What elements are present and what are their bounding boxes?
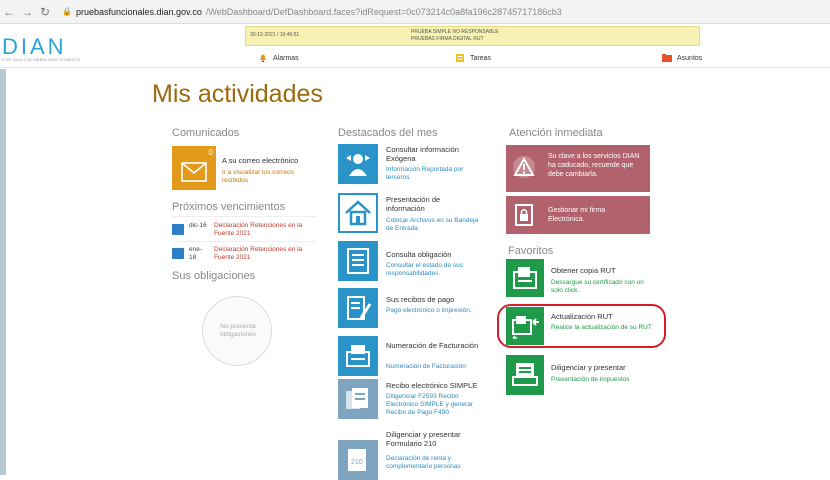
vencimientos-heading: Próximos vencimientos: [172, 201, 286, 213]
mail-label[interactable]: A su correo electrónico: [222, 156, 298, 165]
recibo-simple-title[interactable]: Recibo electrónico SIMPLE: [386, 381, 481, 390]
formulario-210-sub[interactable]: Declaración de renta y complementario pe…: [386, 455, 481, 471]
formulario-210-title[interactable]: Diligenciar y presentar Formulario 210: [386, 430, 481, 448]
firma-electronica-tile[interactable]: Gestionar mi firma Electrónica.: [506, 196, 650, 234]
envelope-icon: [181, 162, 207, 182]
reload-icon[interactable]: ↻: [36, 3, 54, 21]
tasks-icon: [456, 54, 464, 62]
browser-bar: ← → ↻ 🔒 pruebasfuncionales.dian.gov.co/W…: [0, 0, 830, 24]
consulta-obligacion-tile[interactable]: [338, 241, 378, 281]
mail-count: 0: [208, 148, 213, 157]
url-domain: pruebasfuncionales.dian.gov.co: [75, 6, 202, 17]
warning-icon: [513, 156, 535, 178]
rut-document-icon: [513, 267, 537, 289]
asuntos-link[interactable]: Asuntos: [662, 53, 702, 63]
back-icon[interactable]: ←: [0, 3, 18, 21]
destacados-heading: Destacados del mes: [338, 127, 438, 139]
lock-icon: 🔒: [62, 7, 72, 16]
person-exchange-icon: [346, 154, 370, 176]
obligaciones-empty-circle: No presenta obligaciones: [202, 296, 272, 366]
bell-icon: [260, 54, 266, 62]
recibos-pago-tile[interactable]: [338, 288, 378, 328]
obligaciones-empty-text: No presenta obligaciones: [219, 323, 257, 338]
favoritos-heading: Favoritos: [508, 245, 554, 257]
receipt-pen-icon: [347, 296, 372, 320]
mail-tile[interactable]: 0: [172, 146, 216, 190]
recibo-simple-sub[interactable]: Diligenciar F2593 Recibo Electrónico SIM…: [386, 393, 481, 417]
svg-text:210: 210: [351, 459, 363, 466]
comunicados-heading: Comunicados: [172, 127, 240, 139]
copia-rut-title[interactable]: Obtener copia RUT: [551, 266, 616, 275]
form-210-icon: 210: [348, 449, 366, 471]
clave-caducada-text: Su clave a los servicios DIAN ha caducad…: [548, 153, 640, 178]
copia-rut-tile[interactable]: [506, 259, 544, 297]
consulta-obligacion-sub[interactable]: Consultar el estado de sus responsabilid…: [386, 262, 481, 278]
highlight-annotation: [497, 304, 666, 348]
copia-rut-sub[interactable]: Descargue su certificado con un solo cli…: [551, 279, 656, 295]
notice-line-2: PRUEBAS FIRMA DIGITAL RUT: [411, 36, 484, 42]
asuntos-label: Asuntos: [677, 54, 703, 62]
atencion-heading: Atención inmediata: [509, 127, 603, 139]
recibos-pago-title[interactable]: Sus recibos de pago: [386, 295, 481, 304]
lock-document-icon: [515, 204, 533, 226]
invoice-machine-icon: [346, 345, 370, 367]
presentacion-tile[interactable]: [338, 193, 378, 233]
firma-electronica-text: Gestionar mi firma Electrónica.: [548, 207, 606, 223]
diligenciar-presentar-sub[interactable]: Presentación de impuestos: [551, 376, 656, 384]
diligenciar-presentar-tile[interactable]: [506, 355, 544, 395]
calendar-icon: [172, 224, 184, 235]
presentacion-title[interactable]: Presentación de información: [386, 195, 481, 213]
vencimiento-desc[interactable]: Declaración Retenciones en la Fuente 202…: [214, 222, 324, 238]
divider: [172, 241, 316, 242]
notice-date: 30-12-2021 / 10:46:51: [250, 32, 300, 38]
notice-line-1: PRUEBA SIMPLE NO RESPONSABLE: [411, 29, 499, 35]
formulario-210-tile[interactable]: 210: [338, 440, 378, 480]
calendar-icon: [172, 248, 184, 259]
alarmas-link[interactable]: Alarmas: [258, 53, 299, 63]
divider: [172, 216, 316, 217]
notice-banner: 30-12-2021 / 10:46:51 PRUEBA SIMPLE NO R…: [245, 26, 700, 46]
site-header: DIAN POR UNA COLOMBIA MÁS HONESTA 30-12-…: [0, 24, 830, 68]
numeracion-title[interactable]: Numeración de Facturación: [386, 341, 481, 350]
forward-icon[interactable]: →: [18, 3, 36, 21]
presentacion-sub[interactable]: Colocar Archivos en su Bandeja de Entrad…: [386, 217, 481, 233]
consulta-obligacion-title[interactable]: Consulta obligación: [386, 250, 481, 259]
vencimiento-desc[interactable]: Declaración Retenciones en la Fuente 202…: [214, 246, 324, 262]
tareas-link[interactable]: Tareas: [455, 53, 491, 63]
obligaciones-heading: Sus obligaciones: [172, 270, 256, 282]
forms-stack-icon: [346, 388, 368, 409]
tareas-label: Tareas: [470, 54, 492, 62]
page-title: Mis actividades: [152, 80, 323, 108]
diligenciar-presentar-title[interactable]: Diligenciar y presentar: [551, 363, 626, 372]
exogena-sub[interactable]: Información Reportada por terceros: [386, 166, 481, 182]
document-list-icon: [347, 248, 369, 274]
recibos-pago-sub[interactable]: Pago electrónico o impresión.: [386, 307, 481, 315]
numeracion-sub[interactable]: Numeración de Facturación: [386, 363, 481, 371]
folder-icon: [662, 54, 672, 62]
printer-form-icon: [512, 363, 538, 386]
vencimiento-date: ene-18: [189, 246, 203, 261]
address-bar[interactable]: 🔒 pruebasfuncionales.dian.gov.co/WebDash…: [62, 7, 562, 17]
vencimiento-date: dic-16: [189, 222, 207, 229]
exogena-title[interactable]: Consultar información Exógena: [386, 145, 481, 163]
alarmas-label: Alarmas: [273, 54, 299, 62]
clave-caducada-tile[interactable]: Su clave a los servicios DIAN ha caducad…: [506, 145, 650, 192]
mail-sub-link[interactable]: Ir a visualizar los correos recibidos: [222, 169, 312, 185]
recibo-simple-tile[interactable]: [338, 379, 378, 419]
house-icon: [345, 200, 371, 226]
side-collapse-strip[interactable]: [0, 69, 6, 475]
exogena-tile[interactable]: [338, 144, 378, 184]
url-path: /WebDashboard/DefDashboard.faces?idReque…: [205, 6, 562, 17]
logo-tagline: POR UNA COLOMBIA MÁS HONESTA: [2, 57, 81, 62]
numeracion-tile[interactable]: [338, 336, 378, 376]
